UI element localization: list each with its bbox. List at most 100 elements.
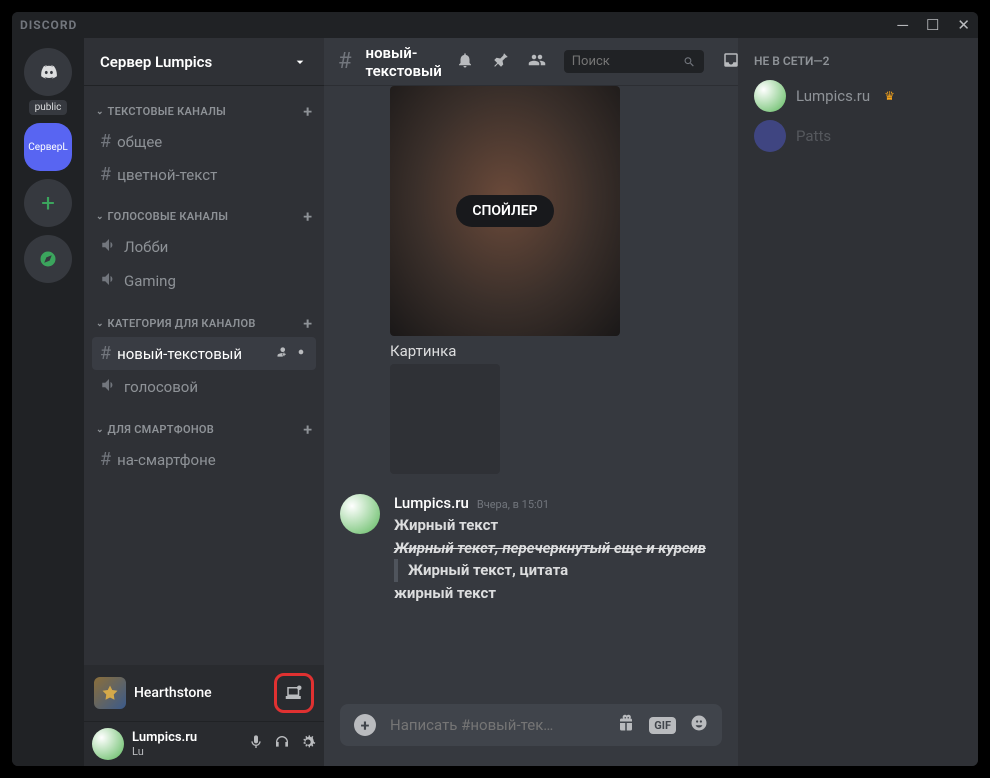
gift-icon [617,714,635,732]
attachment-placeholder[interactable] [390,364,500,474]
hash-icon: # [100,449,111,470]
chevron-down-icon: ⌄ [96,212,104,222]
gear-icon[interactable] [294,345,308,363]
hash-icon: # [338,49,352,74]
crown-icon: ♛ [884,89,895,103]
minimize-button[interactable]: ─ [897,16,908,34]
spoiler-image[interactable]: СПОЙЛЕР [390,86,620,336]
search-icon [683,55,696,69]
activity-name: Hearthstone [134,685,266,701]
chevron-down-icon: ⌄ [96,319,104,329]
notifications-button[interactable] [456,51,474,73]
maximize-button[interactable]: ☐ [926,16,939,34]
channel-общее[interactable]: # общее [92,125,316,158]
member-avatar [754,80,786,112]
category-name: ТЕКСТОВЫЕ КАНАЛЫ [108,105,304,118]
category-header[interactable]: ⌄ ТЕКСТОВЫЕ КАНАЛЫ+ [92,86,316,125]
emoji-icon [690,714,708,732]
search-input[interactable] [572,54,683,69]
speaker-icon [100,270,118,292]
attach-button[interactable]: + [354,714,376,736]
home-button[interactable] [24,48,72,96]
add-channel-button[interactable]: + [303,102,312,121]
message-list[interactable]: СПОЙЛЕР Картинка Lumpics.ru Вчера, в 15:… [324,86,738,704]
title-bar: DISCORD ─ ☐ ✕ [12,12,978,38]
user-avatar[interactable] [92,728,124,760]
server-header[interactable]: Сервер Lumpics [84,38,324,86]
message-input[interactable] [390,716,603,734]
activity-panel: Hearthstone [84,665,324,722]
input-area: + GIF [324,704,738,766]
channel-name: цветной-текст [117,166,308,184]
message-time: Вчера, в 15:01 [477,498,549,511]
message-input-box: + GIF [340,704,722,746]
user-name: Lumpics.ru [132,730,240,745]
gear-icon [300,734,316,750]
bell-icon [456,51,474,69]
member-avatar [754,120,786,152]
chevron-down-icon: ⌄ [96,425,104,435]
add-channel-button[interactable]: + [303,207,312,226]
mute-button[interactable] [248,734,264,754]
add-server-button[interactable]: + [24,179,72,227]
hearthstone-icon [94,677,126,709]
explore-button[interactable] [24,235,72,283]
members-header: НЕ В СЕТИ—2 [746,54,970,76]
hash-icon: # [100,131,111,152]
channel-name: Gaming [124,272,308,290]
settings-button[interactable] [300,734,316,754]
members-list: НЕ В СЕТИ—2 Lumpics.ru ♛ Patts [738,38,978,766]
chat-area: # новый-текстовый СПОЙЛЕР [324,38,738,766]
channel-name: на-смартфоне [117,451,308,469]
message-line: жирный текст [394,582,722,605]
invite-icon[interactable] [274,345,288,363]
gift-button[interactable] [617,714,635,736]
deafen-button[interactable] [274,734,290,754]
members-button[interactable] [528,51,546,73]
channel-name: Лобби [124,238,308,256]
close-button[interactable]: ✕ [957,16,970,34]
server-name: Сервер Lumpics [100,53,292,71]
discord-logo-icon [39,63,57,81]
chevron-down-icon: ⌄ [96,107,104,117]
public-badge: public [29,100,68,115]
category-header[interactable]: ⌄ КАТЕГОРИЯ ДЛЯ КАНАЛОВ+ [92,298,316,337]
pinned-button[interactable] [492,51,510,73]
compass-icon [39,250,57,268]
message-author[interactable]: Lumpics.ru [394,494,469,512]
category-name: КАТЕГОРИЯ ДЛЯ КАНАЛОВ [108,317,304,330]
category-header[interactable]: ⌄ ДЛЯ СМАРТФОНОВ+ [92,404,316,443]
member-name: Lumpics.ru [796,87,870,105]
pin-icon [492,51,510,69]
chevron-down-icon [292,54,308,70]
server-list: public СерверL + [12,38,84,766]
message-avatar[interactable] [340,494,380,534]
add-channel-button[interactable]: + [303,314,312,333]
app-window: DISCORD ─ ☐ ✕ public СерверL + Сервер Lu… [12,12,978,766]
channel-на-смартфоне[interactable]: # на-смартфоне [92,443,316,476]
member-name: Patts [796,127,831,145]
channel-name: голосовой [124,378,308,396]
channel-голосовой[interactable]: голосовой [92,370,316,404]
gif-button[interactable]: GIF [649,717,676,734]
add-channel-button[interactable]: + [303,420,312,439]
search-box[interactable] [564,50,704,73]
user-tag: Lu [132,745,240,758]
member-Patts[interactable]: Patts [746,116,970,156]
channel-name: новый-текстовый [117,345,268,363]
channel-name: общее [117,133,308,151]
channel-цветной-текст[interactable]: #цветной-текст [92,158,316,191]
server-lumpics[interactable]: СерверL [24,123,72,171]
category-header[interactable]: ⌄ГОЛОСОВЫЕ КАНАЛЫ+ [92,191,316,230]
headphones-icon [274,734,290,750]
channel-Лобби[interactable]: Лобби [92,230,316,264]
channel-новый-текстовый[interactable]: #новый-текстовый [92,337,316,370]
speaker-icon [100,376,118,398]
stream-button[interactable] [280,679,308,707]
message-line: Жирный текст [394,514,722,537]
category-name: ДЛЯ СМАРТФОНОВ [108,423,304,436]
message: Lumpics.ru Вчера, в 15:01 Жирный текст Ж… [340,494,722,604]
channel-Gaming[interactable]: Gaming [92,264,316,298]
emoji-button[interactable] [690,714,708,736]
member-Lumpics.ru[interactable]: Lumpics.ru ♛ [746,76,970,116]
